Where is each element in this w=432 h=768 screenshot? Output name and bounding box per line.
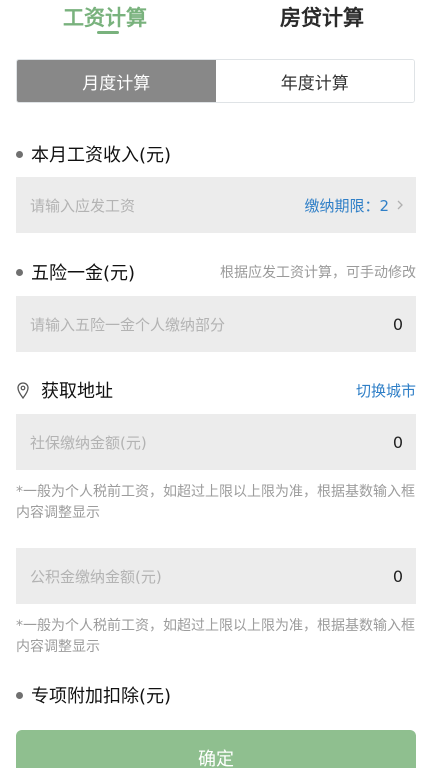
confirm-button[interactable]: 确定: [16, 730, 416, 768]
location-title: 获取地址: [41, 381, 113, 402]
social-security-input[interactable]: 社保缴纳金额(元) 0: [16, 414, 416, 470]
housing-fund-placeholder: 公积金缴纳金额(元): [30, 567, 162, 586]
bullet-dot: [16, 268, 23, 276]
location-section-header: 获取地址 切换城市: [16, 375, 416, 405]
insurance-title: 五险一金(元): [31, 263, 136, 284]
bullet-dot: [16, 150, 23, 158]
chevron-right-icon: [397, 200, 403, 210]
special-deduction-title: 专项附加扣除(元): [31, 686, 172, 707]
income-input[interactable]: 请输入应发工资 缴纳期限：2: [16, 177, 416, 233]
segment-yearly[interactable]: 年度计算: [215, 60, 414, 102]
special-deduction-section-header: 专项附加扣除(元): [16, 680, 416, 710]
insurance-placeholder: 请输入五险一金个人缴纳部分: [30, 315, 226, 334]
insurance-hint: 根据应发工资计算，可手动修改: [220, 265, 416, 281]
social-security-value: 0: [392, 432, 403, 452]
insurance-section-header: 五险一金(元) 根据应发工资计算，可手动修改: [16, 257, 416, 287]
insurance-value: 0: [392, 314, 403, 334]
housing-fund-note: *一般为个人税前工资，如超过上限以上限为准，根据基数输入框内容调整显示: [16, 618, 415, 655]
housing-fund-input[interactable]: 公积金缴纳金额(元) 0: [16, 548, 416, 604]
period-segmented-control: 月度计算 年度计算: [16, 59, 415, 103]
tab-mortgage-calc[interactable]: 房贷计算: [280, 2, 364, 32]
income-placeholder: 请输入应发工资: [30, 196, 136, 215]
bullet-dot: [16, 691, 23, 699]
segment-monthly[interactable]: 月度计算: [17, 60, 216, 102]
switch-city-link[interactable]: 切换城市: [356, 380, 416, 401]
top-tab-bar: 工资计算 房贷计算: [0, 0, 432, 44]
active-tab-indicator: [97, 31, 119, 34]
payment-period-selector[interactable]: 缴纳期限：2: [304, 195, 403, 216]
income-title: 本月工资收入(元): [31, 145, 172, 166]
housing-fund-value: 0: [392, 566, 403, 586]
location-pin-icon: [16, 381, 30, 399]
tab-salary-calc[interactable]: 工资计算: [63, 2, 147, 32]
social-security-note: *一般为个人税前工资，如超过上限以上限为准，根据基数输入框内容调整显示: [16, 484, 415, 521]
social-security-placeholder: 社保缴纳金额(元): [30, 433, 147, 452]
insurance-input[interactable]: 请输入五险一金个人缴纳部分 0: [16, 296, 416, 352]
payment-period-label: 缴纳期限：2: [304, 196, 389, 215]
income-section-header: 本月工资收入(元): [16, 139, 416, 169]
